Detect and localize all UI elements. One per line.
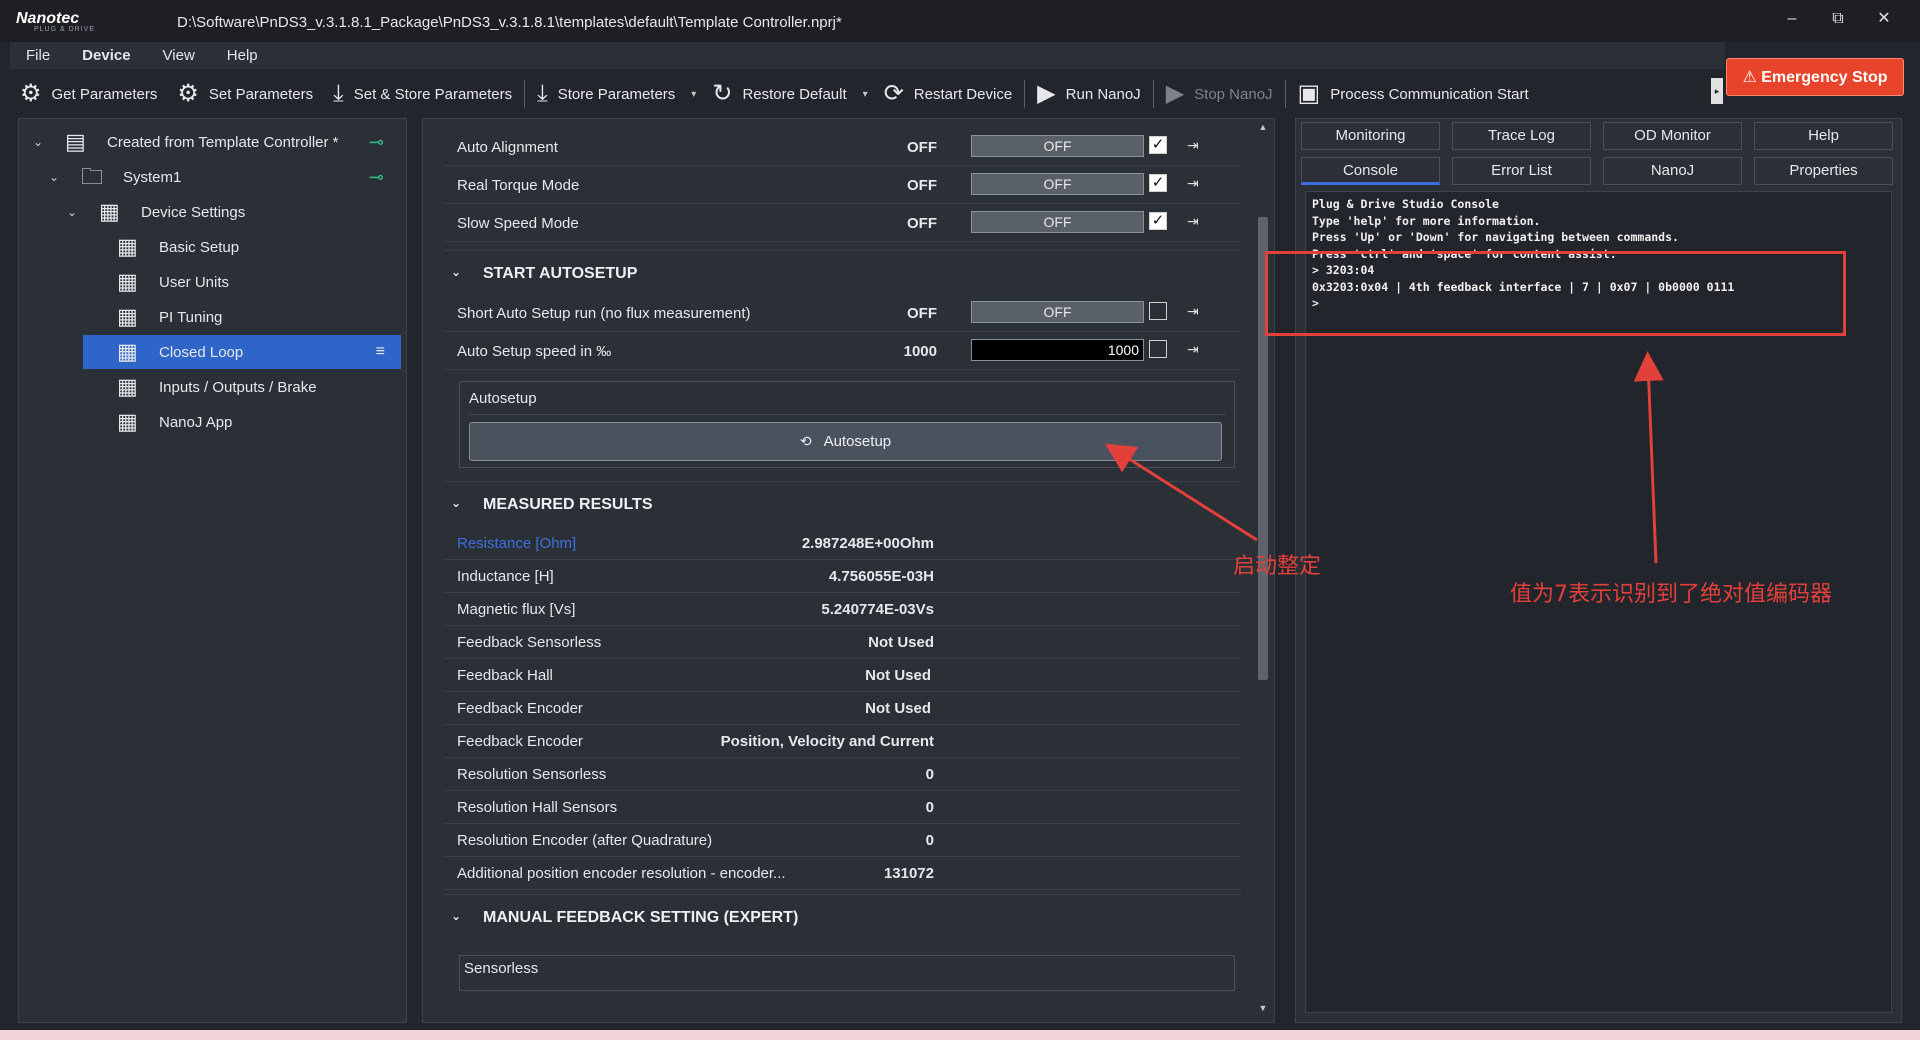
arrow-to-autosetup [1104,443,1258,542]
annotation-start-autosetup: 启动整定 [1233,554,1322,579]
status-bar [0,1030,1920,1040]
annotation-arrows [1104,351,1664,564]
annotation-encoder-note: 值为7表示识别到了绝对值编码器 [1510,582,1832,607]
arrow-to-console [1633,351,1664,564]
